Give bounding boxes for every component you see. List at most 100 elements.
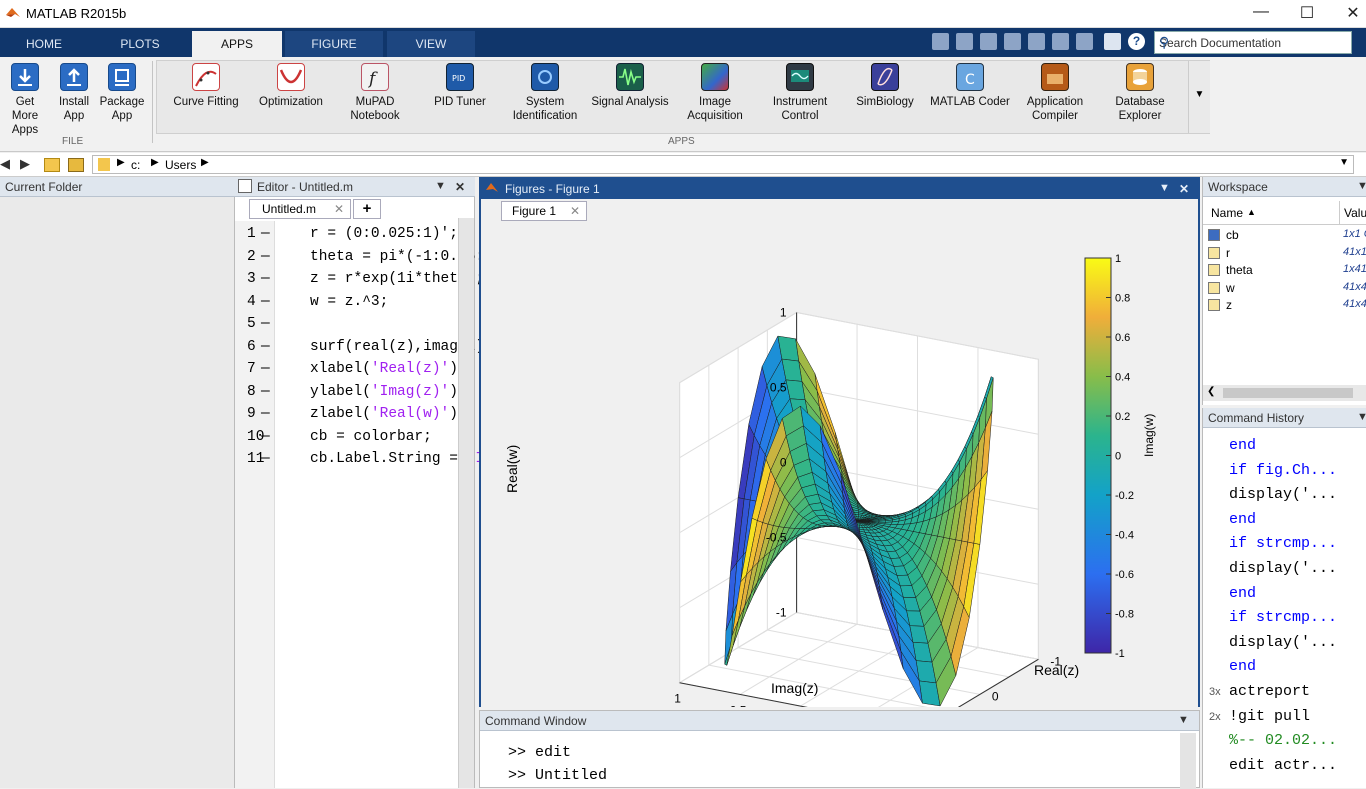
app-instrument-control[interactable]: Instrument Control (764, 63, 836, 123)
copy-icon[interactable] (1004, 33, 1021, 50)
simbiology-icon (871, 63, 899, 91)
workspace-row[interactable]: z41x4 (1203, 297, 1366, 314)
history-item[interactable]: end (1203, 510, 1366, 534)
code-line[interactable]: xlabel('Real(z)') (310, 358, 458, 381)
history-item[interactable]: %-- 02.02... (1203, 731, 1366, 755)
workspace-row[interactable]: w41x4 (1203, 280, 1366, 297)
column-name[interactable]: Name (1211, 206, 1243, 220)
app-database-explorer[interactable]: Database Explorer (1104, 63, 1176, 123)
install-app-button[interactable]: Install App (52, 63, 96, 123)
new-tab-button[interactable]: + (353, 199, 381, 219)
app-signal-analysis[interactable]: Signal Analysis (590, 63, 670, 109)
tab-home[interactable]: HOME (0, 31, 88, 57)
package-app-button[interactable]: Package App (98, 63, 146, 123)
path-drive[interactable]: c: (131, 158, 140, 172)
forward-arrow-icon[interactable]: ▶ (20, 156, 30, 172)
maximize-button[interactable]: ☐ (1292, 3, 1322, 23)
command-history-panel: Command History ▼ endif fig.Ch...display… (1202, 408, 1366, 788)
get-more-apps-button[interactable]: Get More Apps (2, 63, 48, 137)
path-field[interactable]: ▶ c: ▶ Users ▶ ▼ (92, 155, 1354, 174)
code-line[interactable]: w = z.^3; (310, 291, 388, 314)
close-editor-icon[interactable]: ✕ (455, 180, 465, 194)
help-icon[interactable]: ? (1128, 33, 1145, 50)
browse-folder-icon[interactable] (68, 158, 84, 172)
history-item[interactable]: display('... (1203, 559, 1366, 583)
app-simbiology[interactable]: SimBiology (852, 63, 918, 109)
column-value[interactable]: Valu (1344, 206, 1366, 220)
scroll-left-icon[interactable]: ❮ (1207, 386, 1215, 397)
close-window-button[interactable]: ✕ (1338, 3, 1366, 23)
title-bar: MATLAB R2015b — ☐ ✕ (0, 0, 1366, 28)
history-item[interactable]: 3xactreport (1203, 682, 1366, 706)
history-item[interactable]: end (1203, 657, 1366, 681)
search-icon[interactable]: ⚲ (1159, 34, 1347, 51)
history-item[interactable]: display('... (1203, 485, 1366, 509)
workspace-row[interactable]: r41x1 (1203, 245, 1366, 262)
app-system-identification[interactable]: System Identification (506, 63, 584, 123)
app-mupad-notebook[interactable]: f MuPAD Notebook (340, 63, 410, 123)
new-icon[interactable] (932, 33, 949, 50)
panel-actions-icon[interactable]: ▼ (1159, 182, 1170, 194)
close-tab-icon[interactable]: ✕ (334, 202, 344, 216)
code-line[interactable]: zlabel('Real(w)') (310, 403, 458, 426)
tab-view[interactable]: VIEW (387, 31, 475, 57)
pid-tuner-icon: PID (446, 63, 474, 91)
editor-scrollbar[interactable] (458, 218, 474, 788)
minimize-button[interactable]: — (1246, 3, 1276, 23)
history-item[interactable]: 2x!git pull (1203, 707, 1366, 731)
code-line[interactable]: r = (0:0.025:1)'; (310, 223, 458, 246)
history-item[interactable]: if strcmp... (1203, 534, 1366, 558)
figure-tab[interactable]: Figure 1 ✕ (501, 201, 587, 221)
undo-icon[interactable] (1052, 33, 1069, 50)
close-tab-icon[interactable]: ✕ (570, 204, 580, 218)
z-tick-label: -1 (776, 606, 787, 620)
panel-actions-icon[interactable]: ▼ (435, 180, 446, 192)
colorbar-tick-label: -0.6 (1115, 569, 1134, 581)
paste-icon[interactable] (1028, 33, 1045, 50)
surface-plot[interactable]: 10.50-0.5-110.50-0.5-110-1 10.80.60.40.2… (481, 221, 1198, 707)
history-item[interactable]: if fig.Ch... (1203, 461, 1366, 485)
workspace-scrollbar[interactable]: ❮ (1203, 385, 1366, 401)
folder-icon (98, 158, 110, 171)
workspace-row[interactable]: theta1x41 (1203, 262, 1366, 279)
ribbon-tab-bar: HOME PLOTS APPS FIGURE VIEW ? Search Doc… (0, 28, 1366, 57)
switch-windows-icon[interactable] (1104, 33, 1121, 50)
save-icon[interactable] (956, 33, 973, 50)
tab-plots[interactable]: PLOTS (92, 31, 188, 57)
code-line[interactable]: ylabel('Imag(z)') (310, 381, 458, 404)
path-folder[interactable]: Users (165, 158, 196, 172)
x-tick-label: 0 (992, 689, 999, 703)
app-application-compiler[interactable]: Application Compiler (1020, 63, 1090, 123)
colorbar-tick-label: 0.4 (1115, 372, 1130, 384)
command-output[interactable]: >> edit >> Untitled (508, 741, 607, 787)
command-scrollbar[interactable] (1180, 733, 1196, 789)
close-figures-icon[interactable]: ✕ (1179, 182, 1189, 196)
panel-actions-icon[interactable]: ▼ (1357, 180, 1366, 192)
history-item[interactable]: if strcmp... (1203, 608, 1366, 632)
workspace-row[interactable]: cb1x1 C (1203, 227, 1366, 244)
app-matlab-coder[interactable]: C MATLAB Coder (928, 63, 1012, 109)
back-arrow-icon[interactable]: ◀ (0, 156, 10, 172)
app-image-acquisition[interactable]: Image Acquisition (680, 63, 750, 123)
search-documentation-input[interactable]: Search Documentation ⚲ (1154, 31, 1352, 54)
history-item[interactable]: end (1203, 436, 1366, 460)
panel-actions-icon[interactable]: ▼ (1178, 714, 1189, 726)
history-item[interactable]: display('... (1203, 633, 1366, 657)
tab-apps[interactable]: APPS (192, 31, 282, 57)
app-curve-fitting[interactable]: Curve Fitting (170, 63, 242, 109)
gallery-expand-arrow-icon[interactable]: ▼ (1188, 61, 1210, 133)
command-history-title: Command History (1208, 411, 1304, 425)
app-pid-tuner[interactable]: PID PID Tuner (428, 63, 492, 109)
colorbar-tick-label: -0.4 (1115, 530, 1134, 542)
tab-figure[interactable]: FIGURE (285, 31, 383, 57)
code-line[interactable]: cb = colorbar; (310, 426, 432, 449)
up-folder-icon[interactable] (44, 158, 60, 172)
path-dropdown-icon[interactable]: ▼ (1339, 157, 1349, 168)
cut-icon[interactable] (980, 33, 997, 50)
redo-icon[interactable] (1076, 33, 1093, 50)
app-optimization[interactable]: Optimization (256, 63, 326, 109)
editor-tab-untitled[interactable]: Untitled.m ✕ (249, 199, 351, 219)
history-item[interactable]: edit actr... (1203, 756, 1366, 780)
panel-actions-icon[interactable]: ▼ (1357, 411, 1366, 423)
history-item[interactable]: end (1203, 584, 1366, 608)
